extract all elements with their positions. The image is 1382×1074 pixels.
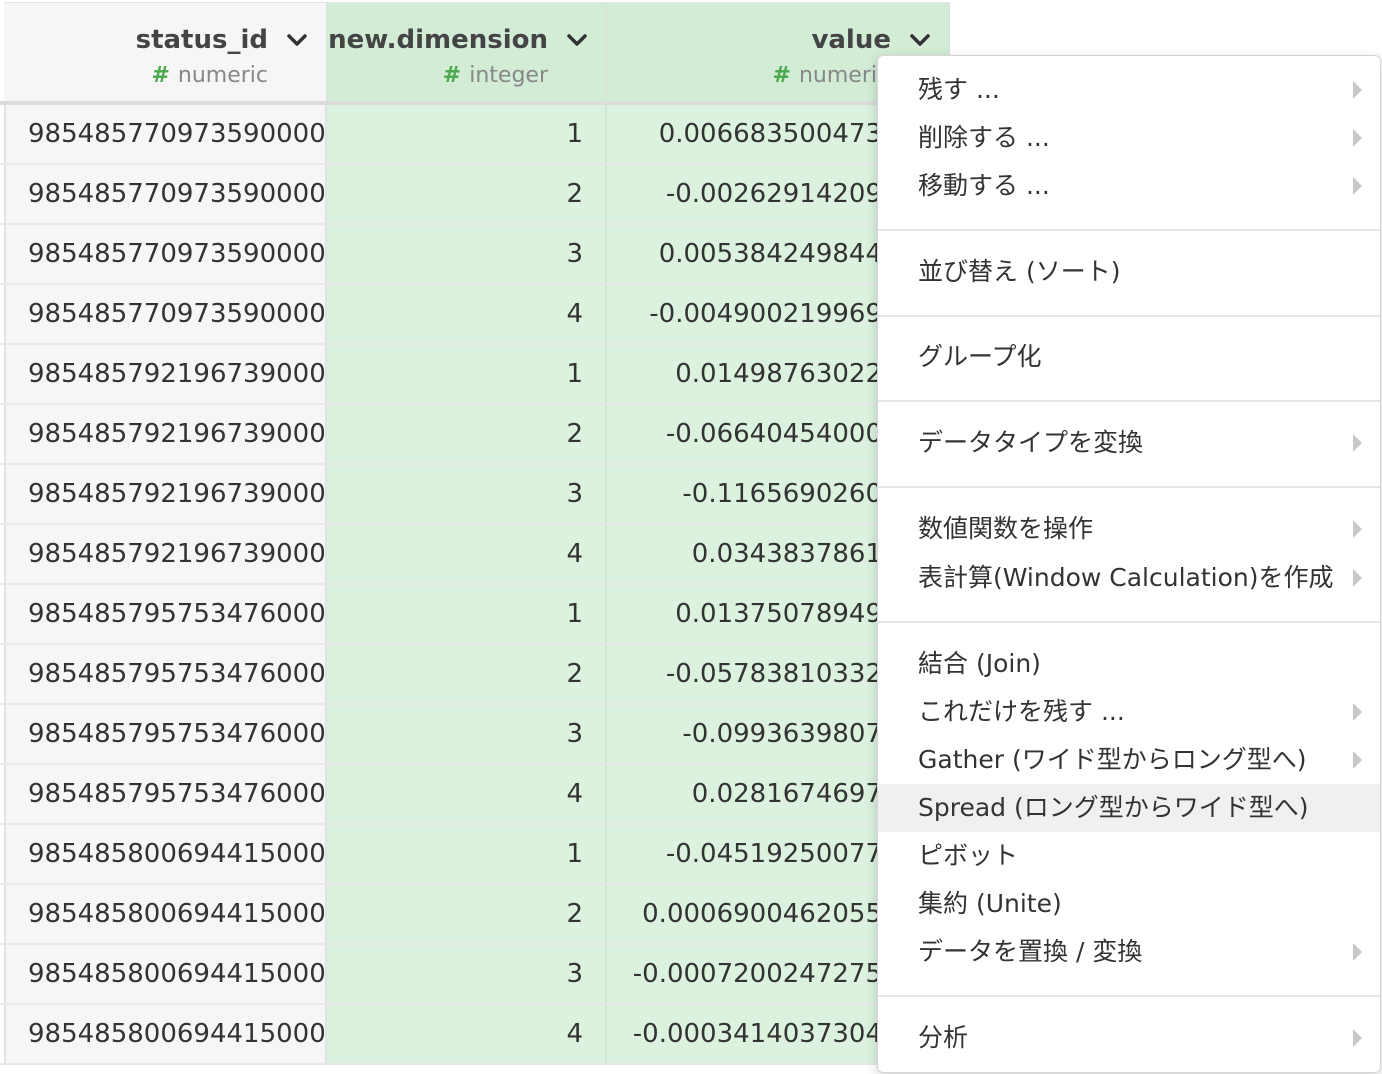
menu-separator [878,315,1380,317]
cell-status-id[interactable]: 985485770973590000 [4,225,327,283]
cell-new-dimension[interactable]: 1 [327,105,607,163]
cell-new-dimension[interactable]: 3 [327,945,607,1003]
submenu-arrow-icon [1353,751,1362,769]
table-row: 985485800694415000 1 -0.04519250077 [0,825,950,885]
table-row: 985485795753476000 2 -0.05783810332 [0,645,950,705]
column-type: # integer [442,63,548,88]
menu-item-replace-convert[interactable]: データを置換 / 変換 [878,928,1380,976]
cell-status-id[interactable]: 985485770973590000 [4,105,327,163]
menu-separator [878,229,1380,231]
cell-new-dimension[interactable]: 1 [327,825,607,883]
cell-new-dimension[interactable]: 3 [327,465,607,523]
menu-separator [878,486,1380,488]
menu-item-window-calculation[interactable]: 表計算(Window Calculation)を作成 [878,554,1380,602]
cell-status-id[interactable]: 985485792196739000 [4,405,327,463]
cell-new-dimension[interactable]: 1 [327,585,607,643]
submenu-arrow-icon [1353,943,1362,961]
cell-new-dimension[interactable]: 4 [327,1005,607,1063]
numeric-type-icon: # [151,63,170,88]
menu-item-delete[interactable]: 削除する ... [878,114,1380,162]
table-row: 985485792196739000 4 0.0343837861 [0,525,950,585]
column-name: status_id [135,25,268,55]
table-row: 985485795753476000 4 0.0281674697 [0,765,950,825]
grid-header: status_id # numeric new.dimension # intege… [0,0,950,105]
table-row: 985485795753476000 3 -0.0993639807 [0,705,950,765]
menu-item-sort[interactable]: 並び替え (ソート) [878,248,1380,296]
menu-item-join[interactable]: 結合 (Join) [878,640,1380,688]
cell-new-dimension[interactable]: 2 [327,405,607,463]
menu-item-spread[interactable]: Spread (ロング型からワイド型へ) [878,784,1380,832]
cell-new-dimension[interactable]: 4 [327,765,607,823]
table-row: 985485792196739000 3 -0.1165690260 [0,465,950,525]
table-row: 985485770973590000 4 -0.004900219969 [0,285,950,345]
menu-separator [878,995,1380,997]
submenu-arrow-icon [1353,434,1362,452]
table-row: 985485800694415000 3 -0.0007200247275 [0,945,950,1005]
cell-status-id[interactable]: 985485800694415000 [4,1005,327,1063]
menu-item-analysis[interactable]: 分析 [878,1014,1380,1062]
cell-new-dimension[interactable]: 2 [327,165,607,223]
menu-item-gather[interactable]: Gather (ワイド型からロング型へ) [878,736,1380,784]
table-row: 985485770973590000 1 0.006683500473 [0,105,950,165]
numeric-type-icon: # [442,63,462,88]
column-context-menu: 残す ... 削除する ... 移動する ... 並び替え (ソート) グループ… [877,55,1381,1073]
column-header-new-dimension[interactable]: new.dimension # integer [327,2,607,102]
table-row: 985485792196739000 2 -0.06640454000 [0,405,950,465]
menu-separator [878,400,1380,402]
cell-status-id[interactable]: 985485795753476000 [4,585,327,643]
data-grid: status_id # numeric new.dimension # intege… [0,0,950,1074]
column-header-status-id[interactable]: status_id # numeric [4,2,327,102]
column-name: new.dimension [328,25,548,55]
chevron-down-icon[interactable] [566,29,588,51]
cell-status-id[interactable]: 985485792196739000 [4,465,327,523]
menu-item-numeric-functions[interactable]: 数値関数を操作 [878,505,1380,553]
menu-item-group[interactable]: グループ化 [878,333,1380,381]
cell-status-id[interactable]: 985485800694415000 [4,885,327,943]
cell-new-dimension[interactable]: 1 [327,345,607,403]
cell-status-id[interactable]: 985485770973590000 [4,165,327,223]
table-row: 985485770973590000 2 -0.00262914209 [0,165,950,225]
grid-body: 985485770973590000 1 0.006683500473 985485… [0,105,950,1065]
submenu-arrow-icon [1353,129,1362,147]
cell-status-id[interactable]: 985485792196739000 [4,525,327,583]
menu-item-keep-only[interactable]: これだけを残す ... [878,688,1380,736]
menu-item-keep[interactable]: 残す ... [878,66,1380,114]
numeric-type-icon: # [772,63,791,88]
cell-status-id[interactable]: 985485795753476000 [4,765,327,823]
submenu-arrow-icon [1353,569,1362,587]
cell-status-id[interactable]: 985485795753476000 [4,645,327,703]
cell-status-id[interactable]: 985485770973590000 [4,285,327,343]
submenu-arrow-icon [1353,520,1362,538]
table-row: 985485770973590000 3 0.005384249844 [0,225,950,285]
cell-status-id[interactable]: 985485800694415000 [4,945,327,1003]
submenu-arrow-icon [1353,1029,1362,1047]
cell-new-dimension[interactable]: 4 [327,525,607,583]
submenu-arrow-icon [1353,177,1362,195]
column-type: # numeric [151,63,268,88]
cell-status-id[interactable]: 985485800694415000 [4,825,327,883]
menu-item-convert-type[interactable]: データタイプを変換 [878,419,1380,467]
menu-separator [878,621,1380,623]
table-row: 985485800694415000 4 -0.0003414037304 [0,1005,950,1065]
cell-status-id[interactable]: 985485792196739000 [4,345,327,403]
chevron-down-icon[interactable] [909,29,931,51]
column-type: # numeri [772,63,877,88]
cell-new-dimension[interactable]: 3 [327,705,607,763]
cell-new-dimension[interactable]: 4 [327,285,607,343]
table-row: 985485800694415000 2 0.0006900462055 [0,885,950,945]
submenu-arrow-icon [1353,703,1362,721]
menu-item-unite[interactable]: 集約 (Unite) [878,880,1380,928]
submenu-arrow-icon [1353,81,1362,99]
menu-item-move[interactable]: 移動する ... [878,162,1380,210]
table-row: 985485792196739000 1 0.01498763022 [0,345,950,405]
cell-new-dimension[interactable]: 3 [327,225,607,283]
cell-new-dimension[interactable]: 2 [327,645,607,703]
cell-status-id[interactable]: 985485795753476000 [4,705,327,763]
chevron-down-icon[interactable] [286,29,308,51]
table-row: 985485795753476000 1 0.01375078949 [0,585,950,645]
menu-item-pivot[interactable]: ピボット [878,832,1380,880]
column-name: value [811,25,891,55]
cell-new-dimension[interactable]: 2 [327,885,607,943]
